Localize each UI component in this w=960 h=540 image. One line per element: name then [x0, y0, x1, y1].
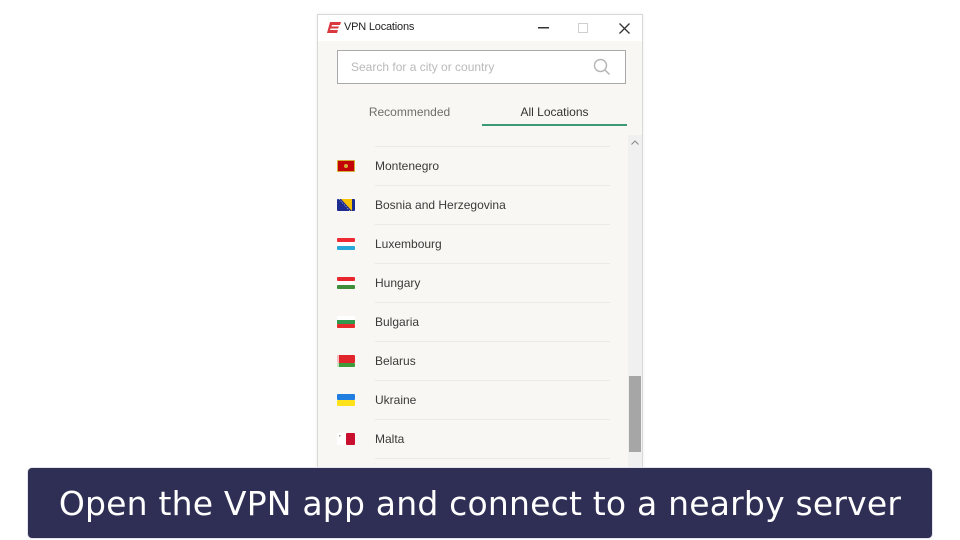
expressvpn-logo-icon: [327, 22, 341, 33]
location-name: Bulgaria: [375, 315, 420, 329]
close-icon: [618, 22, 630, 34]
location-name: Hungary: [375, 276, 421, 290]
location-row-luxembourg[interactable]: Luxembourg: [318, 225, 628, 264]
tab-all-locations-label: All Locations: [520, 105, 589, 119]
ukraine-flag-icon: [337, 394, 355, 406]
scrollbar-thumb[interactable]: [629, 376, 641, 452]
maximize-button[interactable]: [563, 15, 603, 41]
location-name: Montenegro: [375, 159, 440, 173]
tab-recommended[interactable]: Recommended: [337, 99, 482, 125]
location-row-hungary[interactable]: Hungary: [318, 264, 628, 303]
tab-recommended-label: Recommended: [368, 105, 451, 119]
montenegro-flag-icon: [337, 160, 355, 172]
location-row-montenegro[interactable]: Montenegro: [318, 147, 628, 186]
caption-banner: Open the VPN app and connect to a nearby…: [28, 468, 932, 538]
location-row-ukraine[interactable]: Ukraine: [318, 381, 628, 420]
close-button[interactable]: [604, 15, 642, 41]
location-row-bosnia[interactable]: Bosnia and Herzegovina: [318, 186, 628, 225]
minimize-button[interactable]: [523, 15, 563, 41]
location-name: Bosnia and Herzegovina: [375, 198, 506, 212]
hungary-flag-icon: [337, 277, 355, 289]
location-tabs: Recommended All Locations: [337, 99, 627, 127]
location-name: Ukraine: [375, 393, 417, 407]
search-icon[interactable]: [593, 58, 611, 76]
bosnia-flag-icon: [337, 199, 355, 211]
vpn-locations-window: VPN Locations Recommended All Locations: [317, 14, 643, 484]
location-row-malta[interactable]: Malta: [318, 420, 628, 459]
window-title: VPN Locations: [344, 21, 415, 33]
locations-list: Montenegro Bosnia and Herzegovina Luxemb…: [318, 142, 628, 483]
belarus-flag-icon: [337, 355, 355, 367]
search-input[interactable]: [338, 51, 596, 83]
list-scrollbar[interactable]: [628, 135, 642, 483]
location-name: Malta: [375, 432, 405, 446]
minimize-icon: [537, 27, 549, 29]
luxembourg-flag-icon: [337, 238, 355, 250]
location-row-bulgaria[interactable]: Bulgaria: [318, 303, 628, 342]
tab-all-locations[interactable]: All Locations: [482, 99, 627, 126]
location-name: Luxembourg: [375, 237, 442, 251]
active-tab-indicator: [482, 124, 627, 126]
maximize-icon: [578, 23, 588, 33]
scroll-up-button[interactable]: [628, 135, 642, 149]
location-row-belarus[interactable]: Belarus: [318, 342, 628, 381]
chevron-up-icon: [631, 139, 639, 145]
bulgaria-flag-icon: [337, 316, 355, 328]
title-bar[interactable]: VPN Locations: [318, 15, 642, 41]
caption-text: Open the VPN app and connect to a nearby…: [58, 483, 902, 523]
location-name: Belarus: [375, 354, 416, 368]
malta-flag-icon: [337, 433, 355, 445]
search-field[interactable]: [337, 50, 626, 84]
row-divider: [375, 458, 610, 459]
